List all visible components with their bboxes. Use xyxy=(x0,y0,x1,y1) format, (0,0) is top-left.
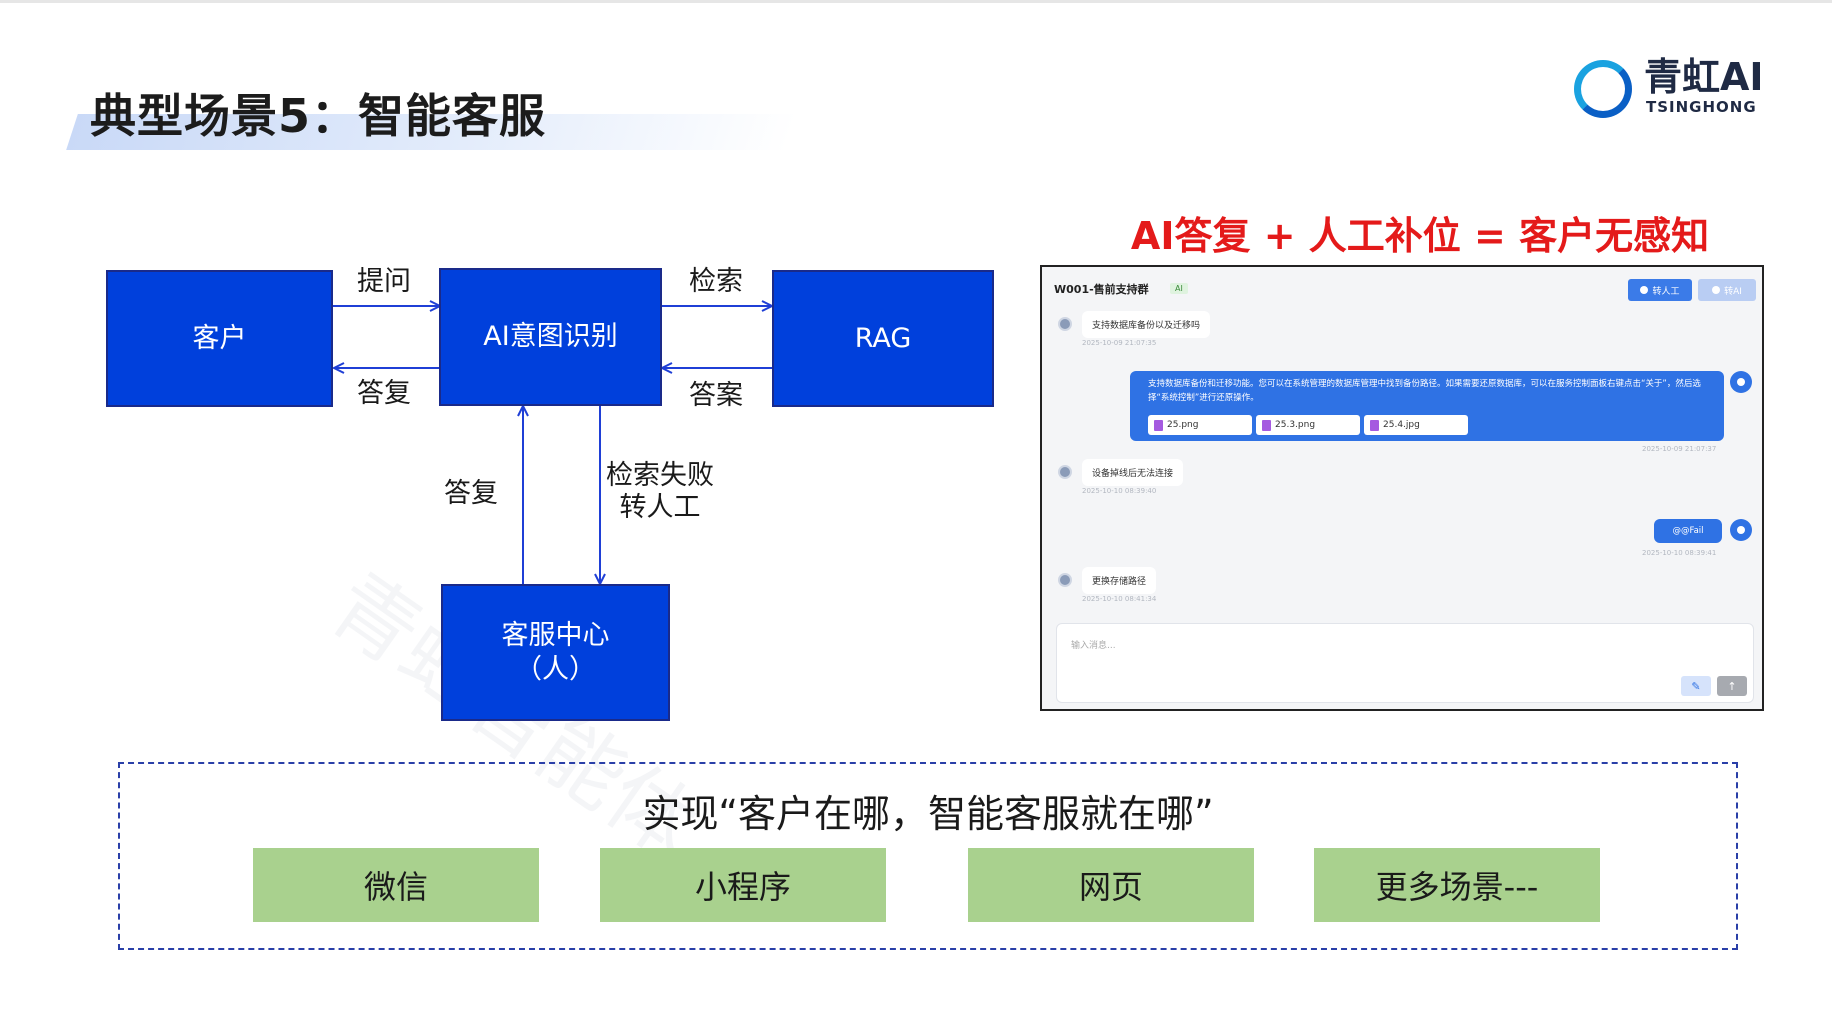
chat-group-name: W001-售前支持群 xyxy=(1054,283,1149,296)
image-file-icon xyxy=(1154,419,1163,431)
transfer-human-button[interactable]: 转人工 xyxy=(1628,279,1692,301)
user-avatar xyxy=(1058,573,1072,587)
ai-avatar xyxy=(1730,519,1752,541)
attach-button[interactable]: ✎ xyxy=(1681,676,1711,696)
channel-more: 更多场景--- xyxy=(1314,848,1600,922)
edge-label-fail-transfer: 检索失败 转人工 xyxy=(606,460,714,523)
message-time: 2025-10-09 21:07:37 xyxy=(1642,445,1717,453)
send-button[interactable]: ↑ xyxy=(1717,676,1747,696)
image-file-icon xyxy=(1370,419,1379,431)
channel-wechat: 微信 xyxy=(253,848,539,922)
edge-label-retrieve: 检索 xyxy=(689,266,743,297)
message-bubble-left: 支持数据库备份以及迁移吗 xyxy=(1082,311,1211,338)
node-ai-intent: AI意图识别 xyxy=(439,268,662,406)
message-bubble-left: 更换存储路径 xyxy=(1082,567,1157,594)
message-input[interactable]: 输入消息... ✎ ↑ xyxy=(1056,623,1754,703)
edge-label-reply-top: 答复 xyxy=(357,378,411,409)
headline: AI答复 + 人工补位 = 客户无感知 xyxy=(1130,214,1710,258)
node-customer: 客户 xyxy=(106,270,333,407)
file-attachment[interactable]: 25.4.jpg xyxy=(1364,415,1468,435)
message-bubble-left: 设备掉线后无法连接 xyxy=(1082,459,1184,486)
robot-icon xyxy=(1712,286,1721,294)
message-bubble-right: 支持数据库备份和迁移功能。您可以在系统管理的数据库管理中找到备份路径。如果需要还… xyxy=(1130,371,1724,441)
slide-title: 典型场景5：智能客服 xyxy=(90,89,547,143)
node-rag: RAG xyxy=(772,270,994,407)
message-text: 支持数据库备份和迁移功能。您可以在系统管理的数据库管理中找到备份路径。如果需要还… xyxy=(1148,379,1701,403)
user-avatar xyxy=(1058,465,1072,479)
brand-logo: 青虹AI TSINGHONG xyxy=(1574,56,1784,122)
message-time: 2025-10-10 08:41:34 xyxy=(1082,595,1157,603)
transfer-ai-button[interactable]: 转AI xyxy=(1698,279,1756,301)
file-attachment[interactable]: 25.png xyxy=(1148,415,1252,435)
message-bubble-right: @@Fail xyxy=(1654,519,1722,543)
image-file-icon xyxy=(1262,419,1271,431)
channel-web: 网页 xyxy=(968,848,1254,922)
user-avatar xyxy=(1058,317,1072,331)
arrow-up-icon: ↑ xyxy=(1727,679,1737,693)
message-time: 2025-10-10 08:39:40 xyxy=(1082,487,1157,495)
channel-miniprogram: 小程序 xyxy=(600,848,886,922)
file-attachment[interactable]: 25.3.png xyxy=(1256,415,1360,435)
slogan: 实现“客户在哪，智能客服就在哪” xyxy=(642,792,1214,836)
headset-icon xyxy=(1640,286,1649,294)
message-time: 2025-10-09 21:07:35 xyxy=(1082,339,1157,347)
message-time: 2025-10-10 08:39:41 xyxy=(1642,549,1717,557)
edge-label-reply-left: 答复 xyxy=(444,478,498,509)
ai-avatar xyxy=(1730,371,1752,393)
top-rule xyxy=(0,0,1832,3)
message-input-placeholder: 输入消息... xyxy=(1071,641,1116,651)
node-service-center: 客服中心 （人） xyxy=(441,584,670,721)
edge-label-ask: 提问 xyxy=(357,266,411,297)
chat-panel: W001-售前支持群 AI 转人工 转AI 支持数据库备份以及迁移吗 2025-… xyxy=(1040,265,1764,711)
edge-label-answer: 答案 xyxy=(689,380,743,411)
paperclip-icon: ✎ xyxy=(1691,679,1701,693)
logo-ring-icon xyxy=(1574,60,1632,118)
logo-text-en: TSINGHONG xyxy=(1646,98,1757,116)
chat-ai-tag: AI xyxy=(1170,283,1188,294)
logo-text-cn: 青虹AI xyxy=(1644,55,1764,99)
